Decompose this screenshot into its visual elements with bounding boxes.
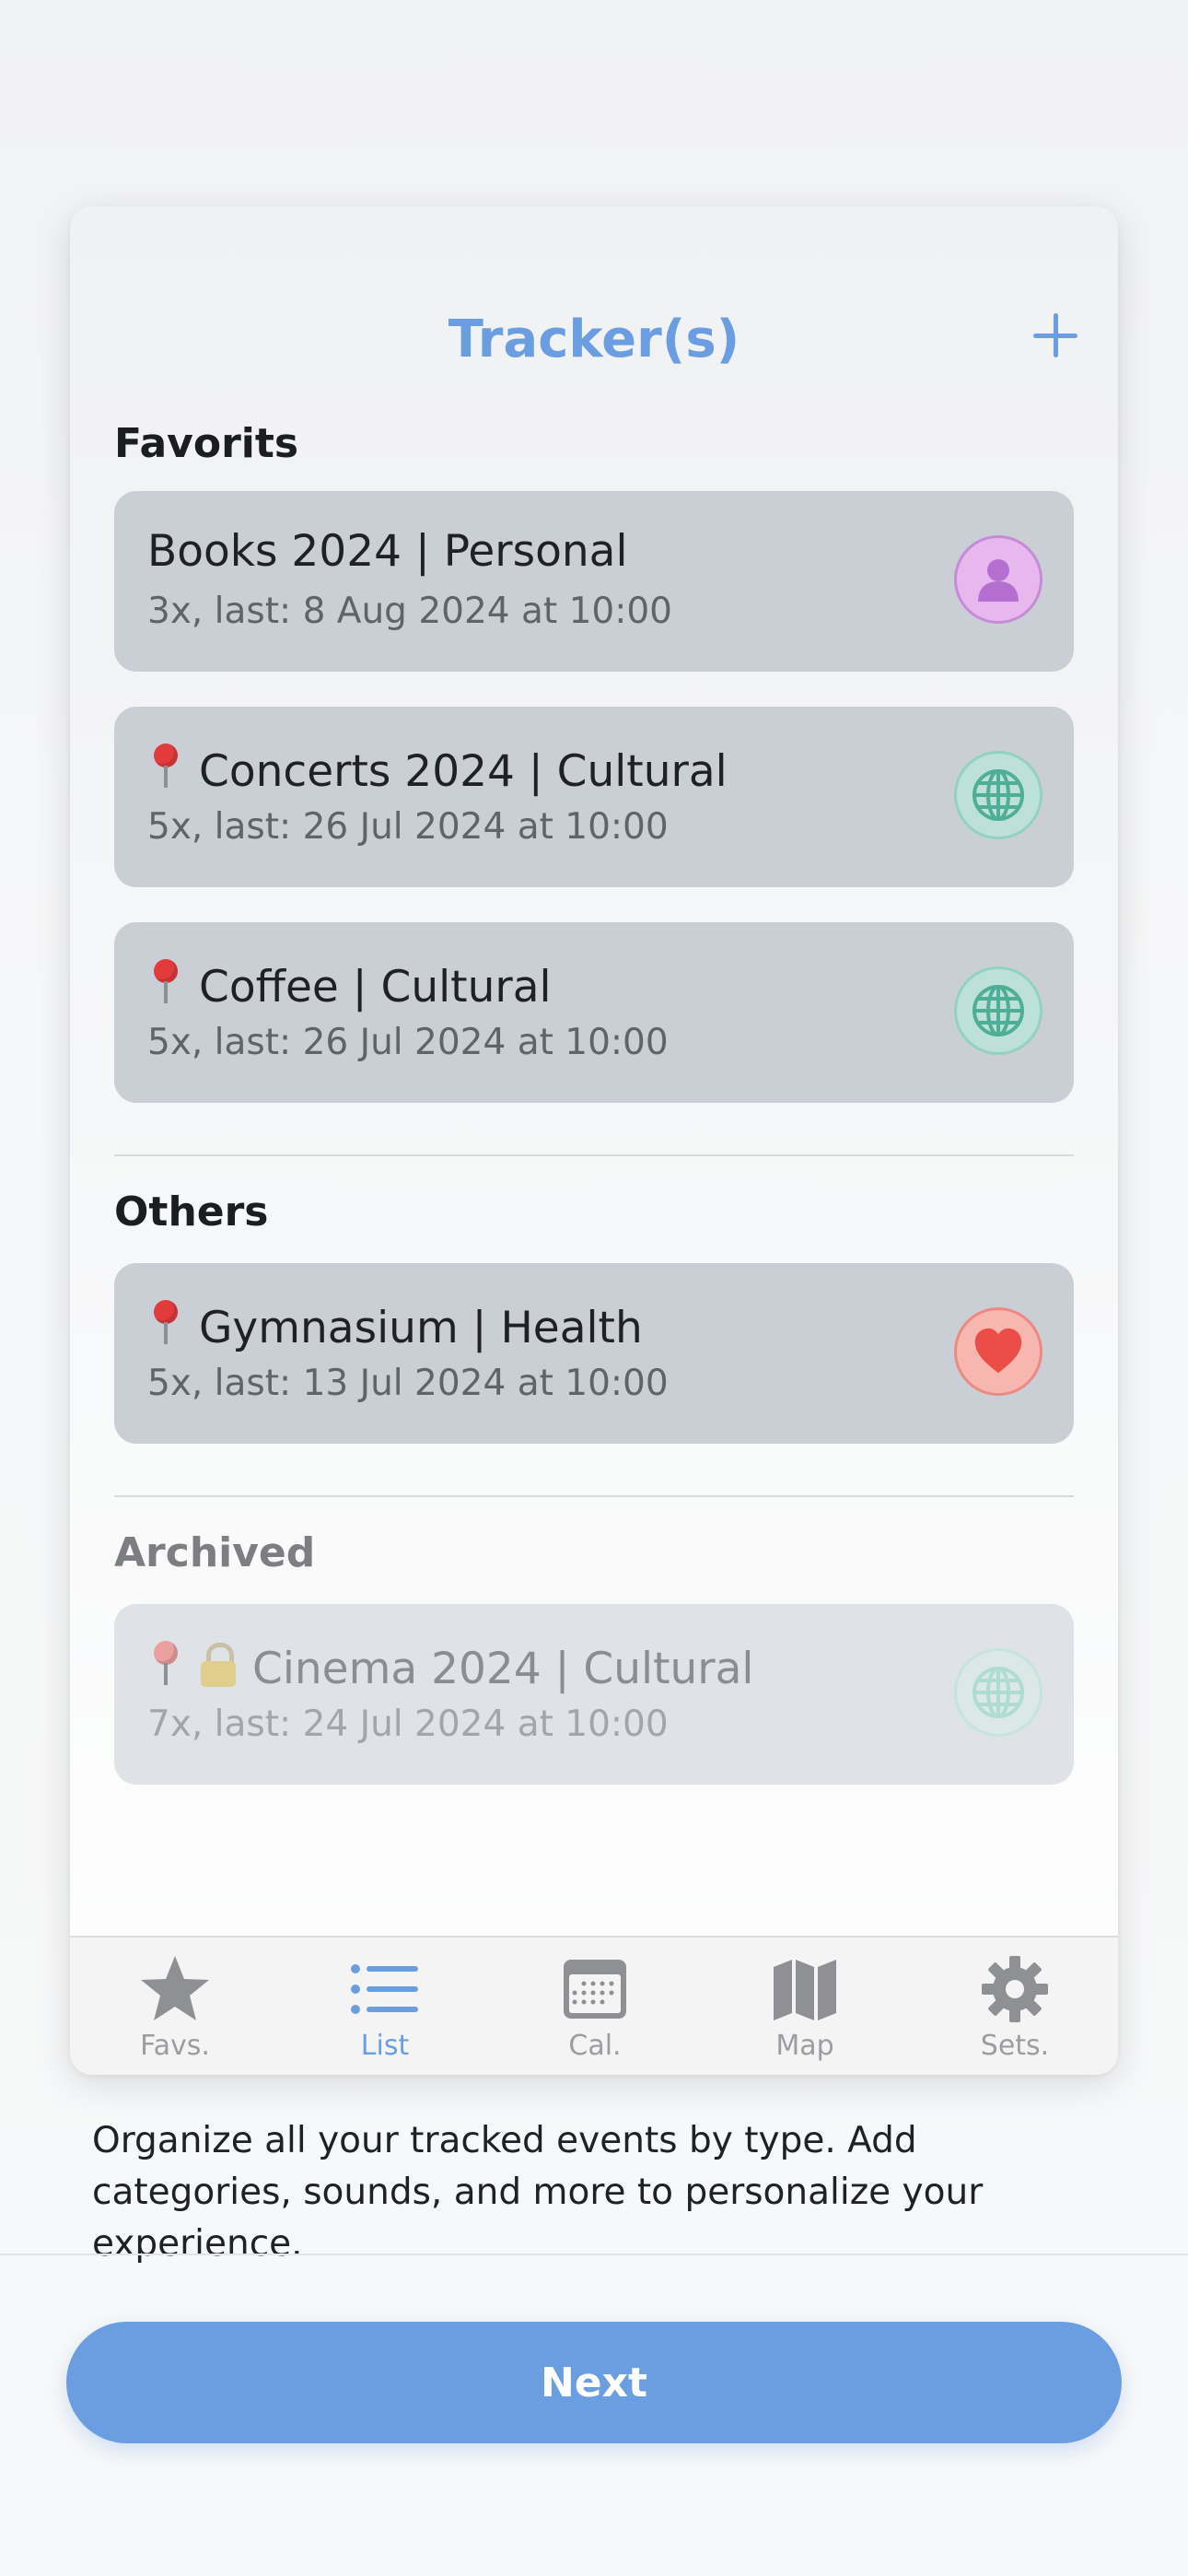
tracker-row-books[interactable]: Books 2024 | Personal 3x, last: 8 Aug 20… xyxy=(114,491,1074,672)
person-icon xyxy=(954,535,1042,624)
next-button[interactable]: Next xyxy=(66,2322,1122,2443)
globe-icon xyxy=(954,966,1042,1055)
onboarding-description: Organize all your tracked events by type… xyxy=(92,2120,984,2265)
tracker-row-cinema[interactable]: Cinema 2024 | Cultural 7x, last: 24 Jul … xyxy=(114,1604,1074,1785)
divider xyxy=(114,1154,1074,1156)
map-icon xyxy=(774,1960,836,2020)
globe-icon xyxy=(954,1648,1042,1737)
tab-calendar[interactable]: Cal. xyxy=(490,1938,700,2075)
heart-icon xyxy=(954,1307,1042,1396)
tracker-name: Books 2024 | Personal xyxy=(147,526,628,577)
tracker-name: Gymnasium | Health xyxy=(147,1298,643,1353)
add-tracker-button[interactable] xyxy=(1028,308,1083,363)
tracker-name: Concerts 2024 | Cultural xyxy=(147,742,728,797)
gear-icon xyxy=(982,1956,1048,2022)
tracker-row-concerts[interactable]: Concerts 2024 | Cultural 5x, last: 26 Ju… xyxy=(114,707,1074,887)
calendar-icon xyxy=(564,1960,626,2019)
pin-icon xyxy=(147,742,184,790)
list-icon xyxy=(351,1964,418,2014)
divider xyxy=(114,1495,1074,1497)
tracker-subtitle: 5x, last: 13 Jul 2024 at 10:00 xyxy=(147,1363,669,1404)
tracker-subtitle: 5x, last: 26 Jul 2024 at 10:00 xyxy=(147,806,669,848)
tab-label: Favs. xyxy=(140,2030,210,2062)
tab-label: List xyxy=(360,2030,410,2062)
section-others-title: Others xyxy=(114,1188,269,1235)
tab-favs[interactable]: Favs. xyxy=(70,1938,280,2075)
app-preview-card: Tracker(s) Favorits Books 2024 | Persona… xyxy=(70,206,1118,2075)
tracker-name: Cinema 2024 | Cultural xyxy=(147,1639,754,1694)
star-icon xyxy=(141,1956,209,2020)
page-title: Tracker(s) xyxy=(448,310,740,369)
tab-list[interactable]: List xyxy=(280,1938,490,2075)
pin-icon xyxy=(147,957,184,1005)
lock-icon xyxy=(199,1641,238,1687)
tab-map[interactable]: Map xyxy=(700,1938,910,2075)
tracker-subtitle: 7x, last: 24 Jul 2024 at 10:00 xyxy=(147,1704,669,1745)
tracker-subtitle: 5x, last: 26 Jul 2024 at 10:00 xyxy=(147,1022,669,1063)
tab-label: Sets. xyxy=(980,2030,1050,2062)
tracker-row-gymnasium[interactable]: Gymnasium | Health 5x, last: 13 Jul 2024… xyxy=(114,1263,1074,1444)
tab-bar: Favs. List Cal. Map Sets. xyxy=(70,1936,1118,2075)
pin-icon xyxy=(147,1639,184,1687)
divider xyxy=(0,2254,1188,2255)
pin-icon xyxy=(147,1298,184,1346)
tab-settings[interactable]: Sets. xyxy=(910,1938,1118,2075)
tab-label: Cal. xyxy=(568,2030,622,2062)
globe-icon xyxy=(954,751,1042,839)
section-archived-title: Archived xyxy=(114,1529,316,1576)
tracker-row-coffee[interactable]: Coffee | Cultural 5x, last: 26 Jul 2024 … xyxy=(114,922,1074,1103)
tracker-name: Coffee | Cultural xyxy=(147,957,552,1013)
section-favorites-title: Favorits xyxy=(114,420,299,467)
tracker-subtitle: 3x, last: 8 Aug 2024 at 10:00 xyxy=(147,591,672,632)
tab-label: Map xyxy=(775,2030,834,2062)
